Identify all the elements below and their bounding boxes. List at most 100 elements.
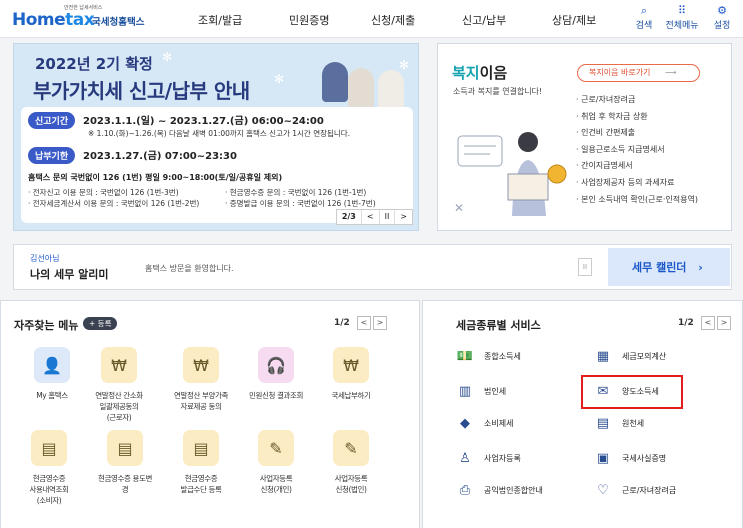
welfare-link[interactable]: · 근로/자녀장려금 [576, 94, 698, 111]
favorite-receipt-purpose[interactable]: ▤ 현금영수증 용도변 경 [90, 430, 160, 495]
banner-title-line1: 2022년 2기 확정 [35, 55, 153, 73]
diamond-icon: ◆ [460, 415, 470, 431]
favorites-prev-button[interactable]: < [357, 316, 371, 330]
tax-services-title: 세금종류별 서비스 [456, 319, 541, 332]
charity-icon: ⎙ [459, 482, 471, 498]
welfare-link-list: · 근로/자녀장려금 · 취업 후 학자금 상환 · 인건비 간편제출 · 일용… [576, 94, 698, 210]
inquiry-info: · 전자신고 이용 문의 : 국번없이 126 (1번-3번) [28, 188, 179, 197]
chevron-right-icon: › [698, 261, 703, 274]
period-note: ※ 1.10.(화)~1.26.(목) 다음날 새벽 01:00까지 홈택스 신… [88, 129, 351, 138]
user-name: 김선아님 [30, 254, 60, 263]
banner-title-line2: 부가가치세 신고/납부 안내 [33, 79, 250, 103]
snowflake-icon: ✻ [274, 72, 285, 86]
favorites-title: 자주찾는 메뉴 [14, 319, 79, 332]
due-pill: 납부기한 [28, 147, 76, 164]
tax-calendar-button[interactable]: 세무 캘린더 › [608, 248, 730, 286]
calculator-icon: ▦ [596, 348, 610, 364]
welfare-link[interactable]: · 인건비 간편제출 [576, 127, 698, 144]
top-header: 안전한 납세서비스 Hometax 국세청홈택스 조회/발급 민원증명 신청/제… [0, 0, 743, 38]
tax-fact-certificate[interactable]: ▣ 국세사실증명 [593, 448, 666, 468]
all-menu-button[interactable]: ⠿ 전체메뉴 [665, 4, 699, 31]
tax-business-registration[interactable]: ♙ 사업자등록 [455, 448, 521, 468]
favorites-next-button[interactable]: > [373, 316, 387, 330]
banner-page-indicator: 2/3 [341, 212, 356, 221]
user-edit-icon: ✎ [258, 430, 294, 466]
tax-earned-income-credit[interactable]: ♡ 근로/자녀장려금 [593, 480, 676, 500]
banner-prev-button[interactable]: < [360, 210, 379, 224]
tax-services-prev-button[interactable]: < [701, 316, 715, 330]
welfare-link[interactable]: · 사업장제공자 등의 과세자료 [576, 177, 698, 194]
hometax-logo[interactable]: 안전한 납세서비스 Hometax 국세청홈택스 [12, 4, 152, 34]
favorites-page-indicator: 1/2 [334, 318, 350, 328]
settings-button[interactable]: ⚙ 설정 [705, 4, 739, 31]
welfare-link[interactable]: · 본인 소득내역 확인(근로·인적용역) [576, 194, 698, 211]
add-favorite-button[interactable]: + 등록 [83, 317, 118, 330]
tax-public-interest-corp[interactable]: ⎙ 공익법인종합안내 [455, 480, 543, 500]
favorite-menu-panel: 자주찾는 메뉴 + 등록 1/2 < > 👤 My 홈택스 ₩ 연말정산 간소화… [0, 300, 420, 528]
welfare-link[interactable]: · 일용근로소득 지급명세서 [576, 144, 698, 161]
period-pill: 신고기간 [28, 112, 76, 129]
illustration-person [322, 62, 348, 102]
tax-services-next-button[interactable]: > [717, 316, 731, 330]
welfare-title: 복지이음 [452, 64, 508, 82]
heart-icon: ♡ [597, 482, 609, 498]
banner-next-button[interactable]: > [394, 210, 412, 224]
favorite-civil-result[interactable]: 🎧 민원신청 결과조회 [241, 347, 311, 401]
person-icon: 👤 [34, 347, 70, 383]
tax-services-page-indicator: 1/2 [678, 318, 694, 328]
person-icon: ♙ [459, 450, 471, 466]
notice-pause-button[interactable]: II [578, 258, 592, 276]
favorite-tax-payment[interactable]: ₩ 국세납부하기 [316, 347, 386, 401]
favorite-year-end-consent[interactable]: ₩ 연말정산 간소화 일괄제공동의 (근로자) [84, 347, 154, 423]
favorite-business-registration-corporate[interactable]: ✎ 사업자등록 신청(법인) [316, 430, 386, 495]
banner-info-card: 신고기간 2023.1.1.(일) ~ 2023.1.27.(금) 06:00~… [21, 107, 413, 223]
receipt-icon: ▤ [183, 430, 219, 466]
money-icon: 💵 [456, 348, 474, 364]
certificate-icon: ▣ [596, 450, 610, 466]
inquiry-info: · 증명발급 이용 문의 : 국번없이 126 (1번-7번) [225, 199, 376, 208]
search-button[interactable]: ⌕ 검색 [627, 4, 661, 31]
nav-inquiry-issue[interactable]: 조회/발급 [198, 12, 242, 28]
tax-consumption[interactable]: ◆ 소비제세 [455, 413, 513, 433]
tax-simulation[interactable]: ▦ 세금모의계산 [593, 346, 666, 366]
moneybag-icon: ₩ [333, 347, 369, 383]
logo-subtitle: 국세청홈택스 [92, 17, 145, 28]
nav-civil-certificate[interactable]: 민원증명 [289, 12, 329, 28]
tax-notice-bar: 김선아님 나의 세무 알리미 홈택스 방문을 환영합니다. II 세무 캘린더 … [13, 244, 732, 290]
search-icon: ⌕ [640, 4, 648, 17]
nav-report-pay[interactable]: 신고/납부 [462, 12, 506, 28]
call-center-text: 홈택스 문의 국번없이 126 (1번) 평일 9:00~18:00(토/일/공… [28, 173, 283, 182]
due-text: 2023.1.27.(금) 07:00~23:30 [83, 151, 237, 162]
illustration-person [378, 70, 404, 110]
notice-message: 홈택스 방문을 환영합니다. [145, 264, 234, 273]
inquiry-info: · 현금영수증 문의 : 국번없이 126 (1번-1번) [225, 188, 367, 197]
welfare-illustration: ✕ [454, 132, 567, 216]
receipt-icon: ▤ [31, 430, 67, 466]
moneybag-icon: ₩ [101, 347, 137, 383]
favorite-dependent-consent[interactable]: ₩ 연말정산 부양가족 자료제공 동의 [166, 347, 236, 412]
favorite-receipt-history[interactable]: ▤ 현금영수증 사용내역조회 (소비자) [14, 430, 84, 506]
nav-apply-submit[interactable]: 신청/제출 [371, 12, 415, 28]
svg-text:✕: ✕ [454, 201, 464, 215]
vat-banner[interactable]: ✻ ✻ ✻ 2022년 2기 확정 부가가치세 신고/납부 안내 신고기간 20… [13, 43, 419, 231]
favorite-receipt-register[interactable]: ▤ 현금영수증 발급수단 등록 [166, 430, 236, 495]
illustration-person [348, 68, 374, 108]
snowflake-icon: ✻ [162, 50, 173, 64]
favorite-business-registration-personal[interactable]: ✎ 사업자등록 신청(개인) [241, 430, 311, 495]
arrow-right-icon: ⟶ [664, 68, 677, 77]
banner-pager: 2/3 < II > [335, 209, 413, 225]
moneybag-icon: ₩ [183, 347, 219, 383]
headset-icon: 🎧 [258, 347, 294, 383]
snowflake-icon: ✻ [399, 58, 410, 72]
highlight-box [581, 375, 683, 409]
welfare-link[interactable]: · 취업 후 학자금 상환 [576, 111, 698, 128]
welfare-shortcut-button[interactable]: 복지이음 바로가기 ⟶ [577, 64, 700, 82]
tax-withholding[interactable]: ▤ 원천세 [593, 413, 644, 433]
tax-corporate[interactable]: ▥ 법인세 [455, 381, 506, 401]
welfare-link[interactable]: · 간이지급명세서 [576, 160, 698, 177]
nav-consult-report[interactable]: 상담/제보 [552, 12, 596, 28]
welfare-subtitle: 소득과 복지를 연결합니다! [453, 87, 543, 96]
tax-comprehensive-income[interactable]: 💵 종합소득세 [455, 346, 521, 366]
banner-pause-button[interactable]: II [378, 210, 395, 224]
favorite-my-hometax[interactable]: 👤 My 홈택스 [17, 347, 87, 401]
